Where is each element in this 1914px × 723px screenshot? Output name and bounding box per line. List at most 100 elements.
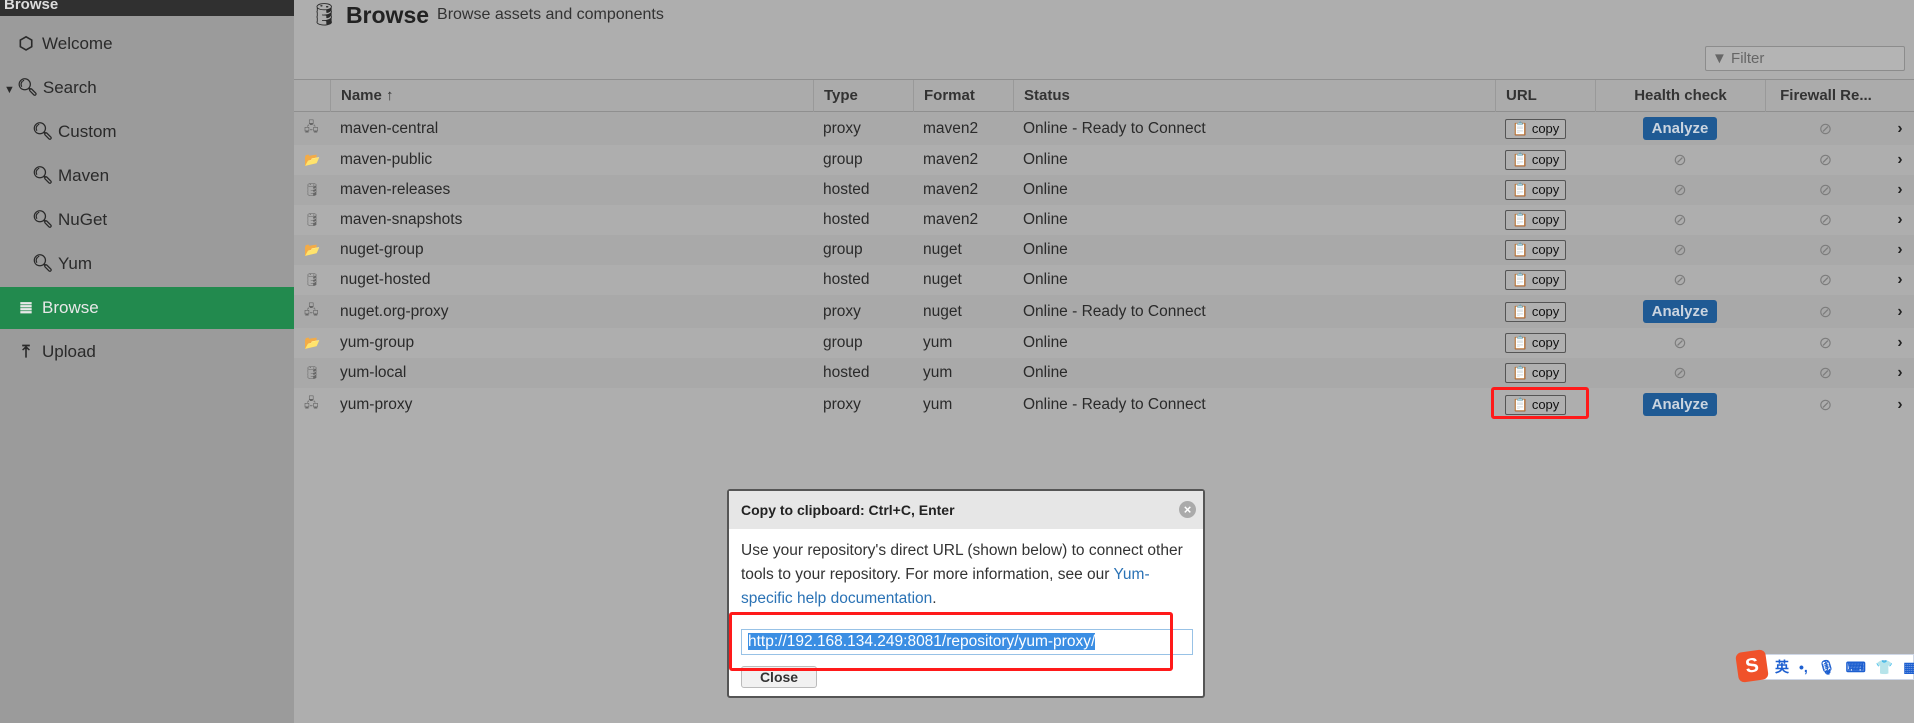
chevron-right-icon[interactable]: › (1897, 303, 1902, 321)
table-row[interactable]: 📂 nuget-group group nuget Online 📋 copy … (294, 235, 1914, 265)
repo-format: yum (923, 364, 953, 381)
chevron-right-icon[interactable]: › (1897, 151, 1902, 169)
copy-label: copy (1531, 212, 1560, 227)
clipboard-icon: 📋 (1512, 182, 1529, 197)
ime-language[interactable]: 英 (1775, 657, 1789, 677)
repo-type: group (823, 151, 863, 168)
chevron-right-icon[interactable]: › (1897, 241, 1902, 259)
keyboard-icon[interactable]: ⌨ (1846, 659, 1866, 676)
copy-url-button[interactable]: 📋 copy (1505, 363, 1567, 383)
copy-url-button[interactable]: 📋 copy (1505, 333, 1567, 353)
repo-status: Online (1023, 241, 1068, 258)
chevron-right-icon[interactable]: › (1897, 396, 1902, 414)
chevron-right-icon[interactable]: › (1897, 364, 1902, 382)
sidebar-item-maven[interactable]: 🔍︎ Maven (0, 155, 294, 197)
repo-hosted-icon: 🛢 (304, 182, 321, 197)
column-header-1[interactable]: Type (813, 80, 913, 112)
repo-status: Online - Ready to Connect (1023, 395, 1206, 413)
table-row[interactable]: 🛢 maven-releases hosted maven2 Online 📋 … (294, 175, 1914, 205)
dialog-text: Use your repository's direct URL (shown … (729, 529, 1203, 621)
repo-name: nuget-hosted (340, 271, 431, 288)
clipboard-icon: 📋 (1512, 120, 1529, 136)
not-available-icon: ⊘ (1818, 365, 1833, 382)
repo-status: Online (1023, 181, 1068, 198)
not-available-icon: ⊘ (1673, 152, 1687, 169)
copy-url-button[interactable]: 📋 copy (1505, 210, 1567, 230)
repo-name: nuget.org-proxy (340, 302, 449, 320)
table-row[interactable]: 🖧 nuget.org-proxy proxy nuget Online - R… (294, 295, 1914, 328)
copy-url-button[interactable]: 📋 copy (1505, 301, 1567, 322)
analyze-button[interactable]: Analyze (1642, 393, 1718, 416)
sidebar-item-custom[interactable]: 🔍︎ Custom (0, 111, 294, 153)
repo-status: Online (1023, 364, 1068, 381)
clipboard-icon: 📋 (1512, 303, 1529, 319)
table-row[interactable]: 🖧 yum-proxy proxy yum Online - Ready to … (294, 388, 1914, 421)
repo-type: hosted (823, 211, 870, 228)
repo-name: maven-releases (340, 181, 451, 198)
repo-group-icon: 📂 (304, 152, 321, 167)
not-available-icon: ⊘ (1818, 335, 1833, 352)
repo-status: Online (1023, 271, 1068, 288)
clipboard-icon: 📋 (1512, 272, 1529, 287)
table-row[interactable]: 📂 maven-public group maven2 Online 📋 cop… (294, 145, 1914, 175)
sidebar-item-browse[interactable]: ≣ Browse (0, 287, 294, 329)
grid-icon[interactable]: ▦ (1903, 659, 1914, 676)
column-header-4[interactable]: URL (1495, 80, 1595, 112)
sidebar-item-yum[interactable]: 🔍︎ Yum (0, 243, 294, 285)
repo-hosted-icon: 🛢 (304, 272, 321, 287)
ime-punctuation[interactable]: •, (1799, 659, 1808, 675)
database-icon: ≣ (18, 298, 34, 317)
chevron-right-icon[interactable]: › (1897, 181, 1902, 199)
chevron-right-icon[interactable]: › (1897, 271, 1902, 289)
analyze-button[interactable]: Analyze (1642, 300, 1718, 323)
repo-hosted-icon: 🛢 (304, 212, 321, 227)
repo-type: hosted (823, 271, 870, 288)
analyze-button[interactable]: Analyze (1642, 117, 1718, 140)
database-icon: 🛢 (310, 2, 338, 27)
search-icon: 🔍︎ (16, 78, 39, 97)
copy-url-button[interactable]: 📋 copy (1505, 180, 1567, 200)
column-header-0[interactable]: Name ↑ (330, 80, 813, 112)
not-available-icon: ⊘ (1673, 272, 1687, 289)
sidebar-header: Browse (0, 0, 294, 16)
microphone-icon[interactable]: 🎙 (1818, 659, 1836, 676)
caret-down-icon[interactable]: ▼ (4, 84, 15, 96)
chevron-right-icon[interactable]: › (1897, 211, 1902, 229)
copy-label: copy (1531, 182, 1560, 197)
copy-label: copy (1531, 365, 1560, 380)
repo-status: Online - Ready to Connect (1023, 119, 1206, 137)
table-row[interactable]: 🛢 maven-snapshots hosted maven2 Online 📋… (294, 205, 1914, 235)
shirt-icon[interactable]: 👕 (1876, 659, 1893, 676)
table-row[interactable]: 🛢 yum-local hosted yum Online 📋 copy ⊘ ⊘… (294, 358, 1914, 388)
clipboard-icon: 📋 (1512, 212, 1529, 227)
filter-placeholder: Filter (1731, 50, 1765, 67)
sidebar-item-upload[interactable]: ⤒ Upload (0, 331, 294, 373)
sidebar-item-search[interactable]: ▼ 🔍︎ Search (0, 67, 294, 109)
sidebar-item-label: Browse (42, 298, 99, 317)
column-header-3[interactable]: Status (1013, 80, 1495, 112)
filter-input[interactable]: ▼ Filter (1705, 46, 1905, 71)
copy-label: copy (1531, 335, 1560, 350)
sidebar: Browse ⬡ Welcome ▼ 🔍︎ Search 🔍︎ Custom 🔍︎ Maven 🔍… (0, 0, 294, 723)
table-row[interactable]: 🖧 maven-central proxy maven2 Online - Re… (294, 112, 1914, 145)
sidebar-item-label: Welcome (42, 34, 113, 53)
column-header-2[interactable]: Format (913, 80, 1013, 112)
repo-group-icon: 📂 (304, 335, 321, 350)
chevron-right-icon[interactable]: › (1897, 334, 1902, 352)
copy-url-button[interactable]: 📋 copy (1505, 270, 1567, 290)
page-title: Browse (345, 1, 430, 28)
ime-toolbar[interactable]: S 英 •, 🎙 ⌨ 👕 ▦ (1735, 649, 1914, 683)
chevron-right-icon[interactable]: › (1897, 120, 1902, 138)
column-header-6[interactable]: Firewall Re... (1765, 80, 1886, 112)
table-row[interactable]: 📂 yum-group group yum Online 📋 copy ⊘ ⊘ … (294, 328, 1914, 358)
column-header-5[interactable]: Health check (1595, 80, 1765, 112)
repo-name: yum-proxy (340, 395, 413, 413)
not-available-icon: ⊘ (1673, 365, 1687, 382)
copy-url-button[interactable]: 📋 copy (1505, 150, 1567, 170)
sidebar-item-welcome[interactable]: ⬡ Welcome (0, 23, 294, 65)
sidebar-item-nuget[interactable]: 🔍︎ NuGet (0, 199, 294, 241)
close-icon[interactable]: × (1179, 501, 1196, 518)
copy-url-button[interactable]: 📋 copy (1505, 240, 1567, 260)
table-row[interactable]: 🛢 nuget-hosted hosted nuget Online 📋 cop… (294, 265, 1914, 295)
copy-url-button[interactable]: 📋 copy (1505, 118, 1567, 139)
